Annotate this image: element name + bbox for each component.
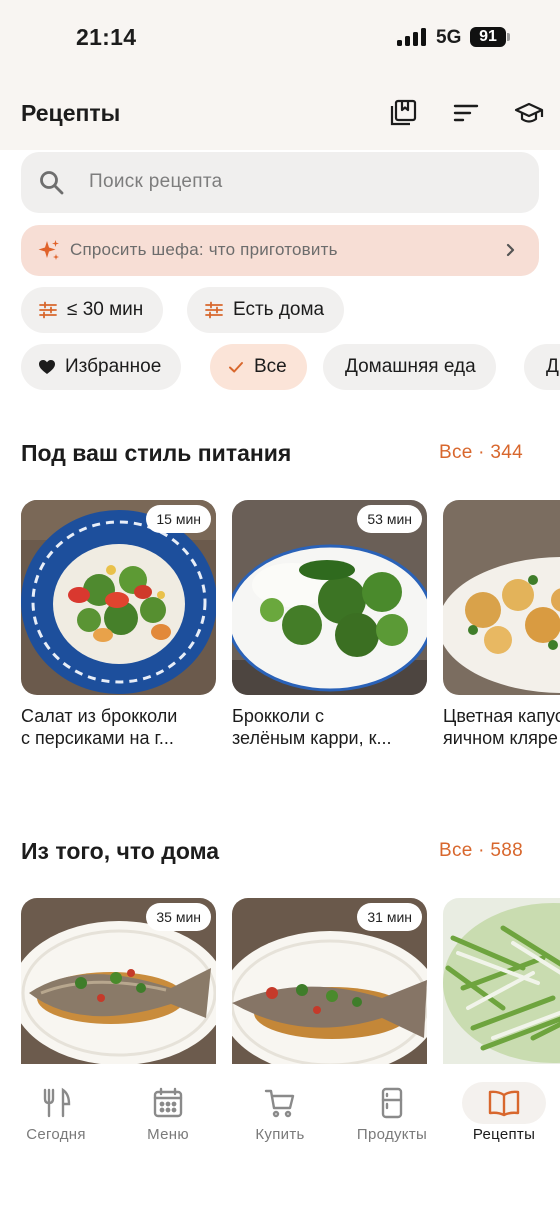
calendar-icon [153,1087,183,1118]
time-badge: 15 мин [146,505,211,533]
recipe-image-fish-1: 35 мин [21,898,216,1064]
tab-bar: Сегодня Меню Купить Продукты Рецепты [0,1064,560,1213]
recipe-card[interactable]: 31 мин [232,898,427,1064]
recipe-image-broccoli-curry: 53 мин [232,500,427,695]
tab-menu-label: Меню [147,1126,189,1143]
category-all-chip[interactable]: Все [210,344,307,390]
sliders-icon [205,301,223,319]
recipe-image-fish-2: 31 мин [232,898,427,1064]
signal-icon [397,28,427,46]
battery-tip [507,33,510,41]
category-all-label: Все [254,356,287,377]
network-label: 5G [436,27,462,48]
category-next-label: Д [546,356,559,377]
check-icon [229,362,243,373]
heart-icon [39,360,55,374]
search-placeholder: Поиск рецепта [89,171,223,192]
search-input[interactable]: Поиск рецепта [21,152,539,213]
time-badge: 35 мин [146,903,211,931]
fork-knife-icon [43,1087,71,1118]
recipe-card[interactable]: Цветная капуста в яичном кляре [443,500,560,749]
recipe-title-line2: яичном кляре [443,728,558,748]
time-badge: 31 мин [357,903,422,931]
tab-recipes[interactable]: Рецепты [448,1082,560,1146]
sparkle-icon [37,239,61,263]
ask-chef-label: Спросить шефа: что приготовить [70,240,338,259]
category-next-chip[interactable]: Д [524,344,560,390]
status-time: 21:14 [76,24,137,50]
recipe-title: Брокколи с зелёным карри, к... [232,705,427,749]
ask-chef-button[interactable]: Спросить шефа: что приготовить [21,225,539,276]
recipe-image-broccoli-salad: 15 мин [21,500,216,695]
time-badge: 53 мин [357,505,422,533]
recipe-image-cabbage-salad [443,898,560,1064]
category-home-food-label: Домашняя еда [345,356,476,377]
filter-time-chip[interactable]: ≤ 30 мин [21,287,164,333]
category-home-food-chip[interactable]: Домашняя еда [323,344,496,390]
open-book-icon [488,1090,520,1117]
recipe-card[interactable]: 15 мин Салат из брокколи с персиками на … [21,500,216,749]
page-title: Рецепты [21,100,121,126]
section-title-at-home: Из того, что дома [21,838,220,864]
filter-at-home-chip[interactable]: Есть дома [187,287,345,333]
recipe-title: Цветная капуста в яичном кляре [443,705,560,749]
tab-menu[interactable]: Меню [112,1082,224,1146]
cart-icon [264,1089,295,1118]
category-favorites-label: Избранное [65,356,162,377]
category-favorites-chip[interactable]: Избранное [21,344,182,390]
bookmarks-icon[interactable] [388,98,418,128]
section-title-diet: Под ваш стиль питания [21,440,292,466]
fridge-icon [381,1087,403,1119]
sort-icon[interactable] [451,98,481,128]
tab-products[interactable]: Продукты [336,1082,448,1146]
recipe-title-line1: Брокколи с [232,706,324,726]
graduation-cap-icon[interactable] [514,98,544,128]
section-link-diet[interactable]: Все · 344 [439,442,523,464]
battery-icon: 91 [470,27,506,47]
recipe-title: Салат из брокколи с персиками на г... [21,705,216,749]
recipe-card[interactable]: 53 мин Брокколи с зелёным карри, к... [232,500,427,749]
header: Рецепты [0,86,560,142]
recipe-title-line1: Салат из брокколи [21,706,178,726]
recipe-image-cauliflower [443,500,560,695]
tab-products-label: Продукты [356,1126,428,1143]
tab-recipes-label: Рецепты [472,1126,536,1143]
sliders-icon [39,301,57,319]
status-bar: 21:14 5G 91 [0,0,560,76]
chevron-right-icon [501,241,519,259]
section-link-at-home[interactable]: Все · 588 [439,840,523,862]
recipe-card[interactable] [443,898,560,1064]
filter-at-home-label: Есть дома [233,299,325,320]
recipe-card[interactable]: 35 мин [21,898,216,1064]
search-icon [38,169,66,197]
tab-today[interactable]: Сегодня [0,1082,112,1146]
tab-today-label: Сегодня [26,1126,86,1143]
recipe-title-line2: зелёным карри, к... [232,728,392,748]
filter-time-label: ≤ 30 мин [67,299,144,320]
recipe-title-line1: Цветная капуста в [443,706,560,726]
tab-buy-label: Купить [255,1126,305,1143]
tab-buy[interactable]: Купить [224,1082,336,1146]
recipe-title-line2: с персиками на г... [21,728,174,748]
